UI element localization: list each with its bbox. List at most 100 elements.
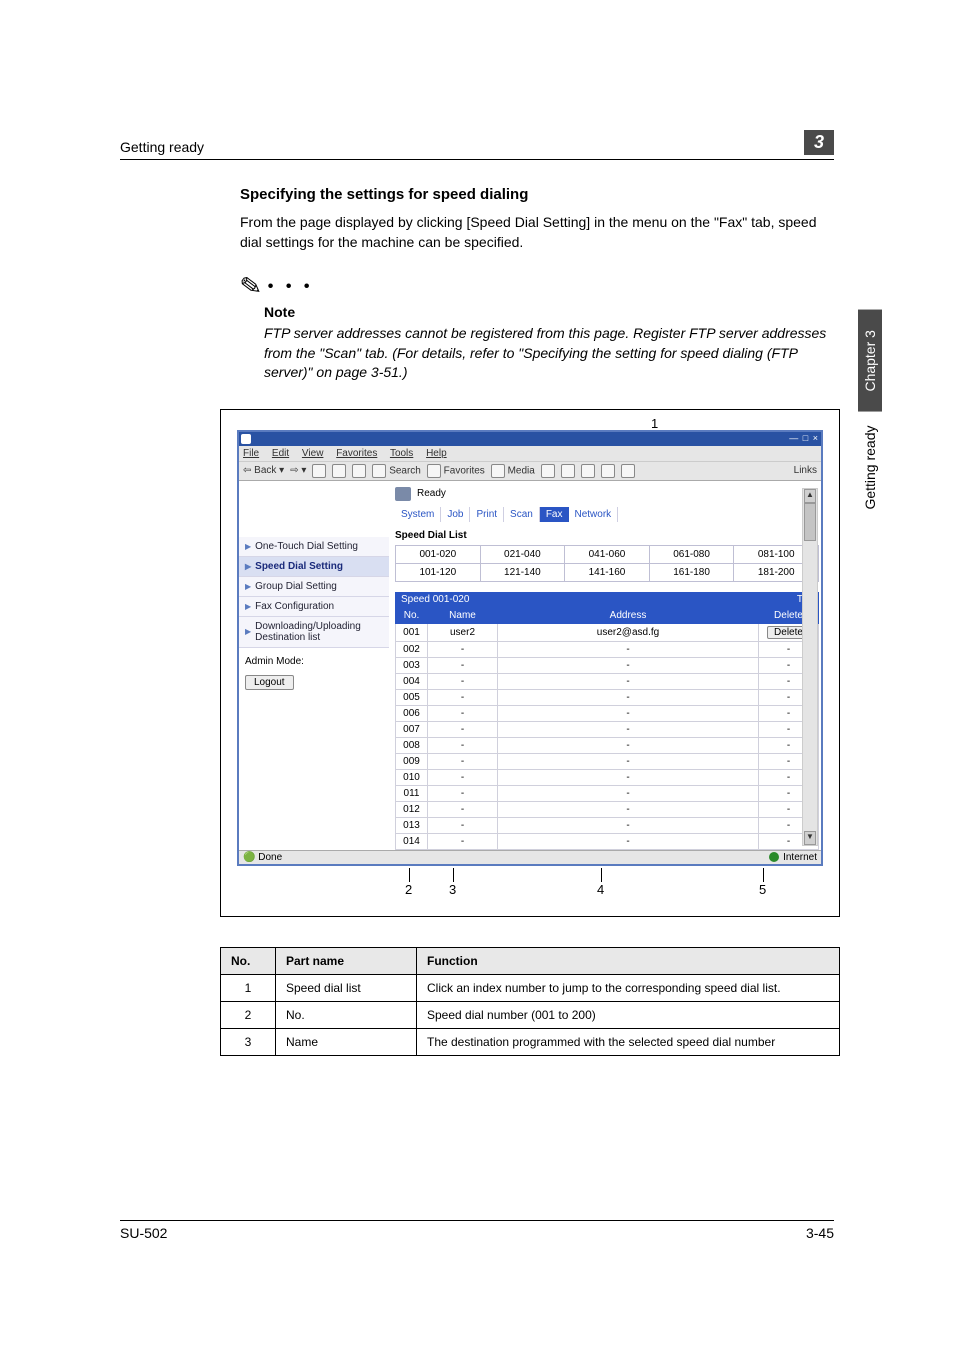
range-cell[interactable]: 021-040 [480,545,565,563]
range-cell[interactable]: 161-180 [649,563,734,581]
toolbar[interactable]: ⇦ Back ▾ ⇨ ▾ Search Favorites Media Link… [239,461,821,481]
status-done: 🟢 Done [243,852,282,863]
cell-no[interactable]: 014 [396,833,428,849]
logout-button[interactable]: Logout [245,675,294,690]
note-label: Note [264,304,834,320]
callout-2: 2 [405,882,412,897]
tab-job[interactable]: Job [441,507,470,522]
col-name: Name [428,607,498,623]
table-row: 1 Speed dial list Click an index number … [221,974,840,1001]
range-cell[interactable]: 121-140 [480,563,565,581]
cell-address: - [498,801,759,817]
menu-help[interactable]: Help [426,448,447,459]
cell-no[interactable]: 004 [396,673,428,689]
cell-no[interactable]: 005 [396,689,428,705]
cell-no[interactable]: 011 [396,785,428,801]
cell-no[interactable]: 008 [396,737,428,753]
cell-no[interactable]: 006 [396,705,428,721]
app-tabs: SystemJobPrintScanFaxNetwork [395,507,819,522]
back-button[interactable]: ⇦ Back ▾ [243,465,284,476]
cell-address: - [498,817,759,833]
note-body: FTP server addresses cannot be registere… [264,324,834,383]
range-cell[interactable]: 061-080 [649,545,734,563]
cell-no[interactable]: 001 [396,623,428,641]
links-label[interactable]: Links [794,465,817,476]
callout-3: 3 [449,882,456,897]
sidebar-item-download[interactable]: ▶Downloading/Uploading Destination list [239,617,389,648]
window-controls[interactable]: — □ × [789,433,819,443]
range-cell[interactable]: 101-120 [396,563,481,581]
cell-no[interactable]: 013 [396,817,428,833]
running-title: Getting ready [120,139,204,155]
media-button[interactable]: Media [491,464,535,478]
tab-network[interactable]: Network [569,507,619,522]
tab-scan[interactable]: Scan [504,507,540,522]
cell-no[interactable]: 007 [396,721,428,737]
cell-name: - [428,769,498,785]
edit-icon[interactable] [601,464,615,478]
table-row: 004--- [396,673,819,689]
panel-title: Speed Dial List [395,530,819,541]
tab-system[interactable]: System [395,507,441,522]
vertical-scrollbar[interactable]: ▲ ▼ [802,488,818,846]
cell-name: - [428,785,498,801]
cell-no[interactable]: 003 [396,657,428,673]
parts-h-fn: Function [417,947,840,974]
cell-name: - [428,817,498,833]
scroll-down-icon[interactable]: ▼ [804,831,816,845]
table-row: 001user2user2@asd.fgDelete [396,623,819,641]
col-no: No. [396,607,428,623]
device-status: Ready [417,488,446,499]
tab-print[interactable]: Print [470,507,504,522]
footer-page: 3-45 [806,1225,834,1241]
refresh-icon[interactable] [332,464,346,478]
statusbar: 🟢 Done Internet [239,850,821,864]
menu-file[interactable]: File [243,448,259,459]
table-row: 010--- [396,769,819,785]
table-row: 002--- [396,641,819,657]
forward-button[interactable]: ⇨ ▾ [290,465,306,476]
scroll-up-icon[interactable]: ▲ [804,489,816,503]
range-cell[interactable]: 041-060 [565,545,650,563]
parts-h-name: Part name [276,947,417,974]
cell-no[interactable]: 002 [396,641,428,657]
side-tab: Getting ready Chapter 3 [858,310,882,510]
menu-tools[interactable]: Tools [390,448,413,459]
cell-name: - [428,833,498,849]
table-row: 014--- [396,833,819,849]
favorites-button[interactable]: Favorites [427,464,485,478]
cell-address: - [498,689,759,705]
sidebar-item-onetouch[interactable]: ▶One-Touch Dial Setting [239,537,389,557]
range-cell[interactable]: 141-160 [565,563,650,581]
cell-name: - [428,705,498,721]
menu-view[interactable]: View [302,448,324,459]
menu-edit[interactable]: Edit [272,448,289,459]
table-row: 003--- [396,657,819,673]
sidebar-item-speeddial[interactable]: ▶Speed Dial Setting [239,557,389,577]
search-button[interactable]: Search [372,464,420,478]
print-icon[interactable] [581,464,595,478]
speed-range-label: Speed 001-020 [401,594,469,605]
menu-favorites[interactable]: Favorites [336,448,377,459]
sidebar-item-groupdial[interactable]: ▶Group Dial Setting [239,577,389,597]
menubar[interactable]: File Edit View Favorites Tools Help [239,446,821,461]
cell-address: - [498,769,759,785]
cell-address: - [498,721,759,737]
cell-no[interactable]: 010 [396,769,428,785]
content-pane: Ready SystemJobPrintScanFaxNetwork Speed… [389,481,821,850]
intro-text: From the page displayed by clicking [Spe… [240,213,834,252]
discuss-icon[interactable] [621,464,635,478]
home-icon[interactable] [352,464,366,478]
mail-icon[interactable] [561,464,575,478]
cell-address: - [498,737,759,753]
cell-no[interactable]: 009 [396,753,428,769]
cell-no[interactable]: 012 [396,801,428,817]
sidebar-item-faxconfig[interactable]: ▶Fax Configuration [239,597,389,617]
cell-name: - [428,657,498,673]
tab-fax[interactable]: Fax [540,507,569,522]
range-cell[interactable]: 001-020 [396,545,481,563]
cell-address: - [498,641,759,657]
scroll-thumb[interactable] [804,503,816,541]
stop-icon[interactable] [312,464,326,478]
history-icon[interactable] [541,464,555,478]
